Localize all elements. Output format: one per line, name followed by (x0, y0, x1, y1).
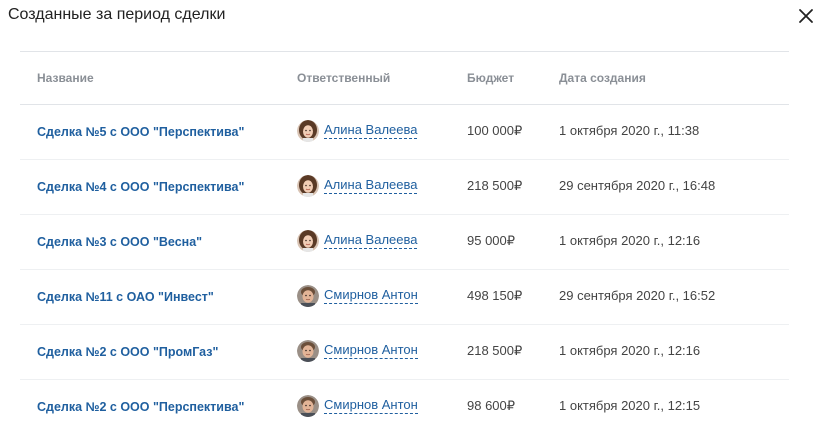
column-header-responsible[interactable]: Ответственный (297, 71, 390, 85)
deal-link[interactable]: Сделка №2 с ООО "ПромГаз" (37, 345, 218, 359)
responsible-user-link[interactable]: Алина Валеева (324, 232, 418, 249)
budget-value: 95 000₽ (467, 233, 516, 248)
table-row: Сделка №4 с ООО "Перспектива" Алина Вале… (20, 160, 789, 215)
created-date: 29 сентября 2020 г., 16:52 (559, 288, 716, 303)
responsible-user-link[interactable]: Смирнов Антон (324, 287, 418, 304)
column-header-name[interactable]: Название (37, 71, 94, 85)
deals-table: Название Ответственный Бюджет Дата созда… (20, 52, 789, 434)
deal-link[interactable]: Сделка №3 с ООО "Весна" (37, 235, 202, 249)
budget-value: 498 150₽ (467, 288, 523, 303)
close-icon (799, 9, 813, 23)
responsible-user-link[interactable]: Алина Валеева (324, 122, 418, 139)
deal-link[interactable]: Сделка №5 с ООО "Перспектива" (37, 125, 244, 139)
budget-value: 98 600₽ (467, 398, 516, 413)
created-date: 1 октября 2020 г., 12:15 (559, 398, 701, 413)
table-header: Название Ответственный Бюджет Дата созда… (20, 52, 789, 105)
budget-value: 218 500₽ (467, 178, 523, 193)
dialog-title: Созданные за период сделки (8, 6, 226, 23)
table-row: Сделка №11 с ОАО "Инвест" Смирнов Антон 4… (20, 270, 789, 325)
created-date: 29 сентября 2020 г., 16:48 (559, 178, 716, 193)
budget-value: 100 000₽ (467, 123, 523, 138)
created-date: 1 октября 2020 г., 12:16 (559, 343, 701, 358)
table-row: Сделка №5 с ООО "Перспектива" Алина Вале… (20, 105, 789, 160)
column-header-created[interactable]: Дата создания (559, 71, 646, 85)
close-button[interactable] (796, 6, 816, 26)
table-body: Сделка №5 с ООО "Перспектива" Алина Вале… (20, 105, 789, 434)
table-row: Сделка №3 с ООО "Весна" Алина Валеева 95 … (20, 215, 789, 270)
avatar (297, 175, 319, 197)
responsible-user-link[interactable]: Смирнов Антон (324, 397, 418, 414)
created-date: 1 октября 2020 г., 11:38 (559, 123, 700, 138)
table-row: Сделка №2 с ООО "Перспектива" Смирнов Ан… (20, 380, 789, 434)
table-row: Сделка №2 с ООО "ПромГаз" Смирнов Антон 2… (20, 325, 789, 380)
avatar (297, 395, 319, 417)
avatar (297, 120, 319, 142)
budget-value: 218 500₽ (467, 343, 523, 358)
responsible-user-link[interactable]: Смирнов Антон (324, 342, 418, 359)
deal-link[interactable]: Сделка №4 с ООО "Перспектива" (37, 180, 244, 194)
avatar (297, 340, 319, 362)
deal-link[interactable]: Сделка №11 с ОАО "Инвест" (37, 290, 214, 304)
column-header-budget[interactable]: Бюджет (467, 71, 514, 85)
responsible-user-link[interactable]: Алина Валеева (324, 177, 418, 194)
avatar (297, 230, 319, 252)
avatar (297, 285, 319, 307)
created-date: 1 октября 2020 г., 12:16 (559, 233, 701, 248)
deal-link[interactable]: Сделка №2 с ООО "Перспектива" (37, 400, 244, 414)
